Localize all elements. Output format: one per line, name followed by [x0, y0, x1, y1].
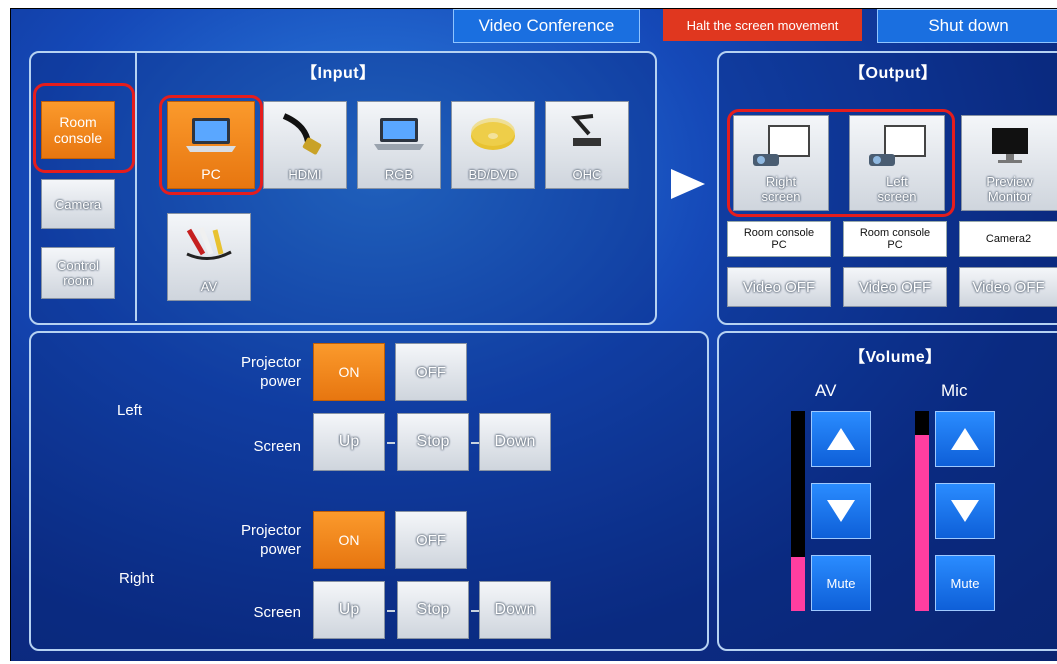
av-volume-label: AV [815, 381, 837, 400]
halt-screen-movement-button[interactable]: Halt the screen movement [663, 9, 862, 41]
input-ohc-button[interactable]: OHC [545, 101, 629, 189]
screen-label: Screen [253, 604, 301, 621]
document-camera-icon [570, 114, 601, 146]
volume-panel [717, 331, 1057, 651]
triangle-up-icon [951, 428, 979, 450]
output-panel-title: 【Output】 [849, 65, 938, 82]
mic-volume-up-button[interactable] [935, 411, 995, 467]
video-off-label: Video OFF [858, 278, 932, 296]
input-rgb-button[interactable]: RGB [357, 101, 441, 189]
triangle-down-icon [827, 500, 855, 522]
right-side-label: Right [119, 570, 155, 587]
video-conference-button[interactable]: Video Conference [453, 9, 640, 43]
right-power-on-button[interactable]: ON [313, 511, 385, 569]
off-label: OFF [416, 363, 446, 381]
screen-label: Screen [253, 438, 301, 455]
left-power-on-button[interactable]: ON [313, 343, 385, 401]
highlight-ring [159, 95, 263, 195]
stop-label: Stop [416, 601, 450, 618]
source-control-room-button[interactable]: Control room [41, 247, 115, 299]
source-label: Control room [57, 258, 99, 288]
stop-label: Stop [416, 433, 450, 450]
output-preview-monitor-button[interactable]: Preview Monitor [961, 115, 1057, 211]
left-power-off-button[interactable]: OFF [395, 343, 467, 401]
route-arrow-icon [671, 169, 705, 199]
video-off-button[interactable]: Video OFF [959, 267, 1057, 307]
highlight-ring [727, 109, 955, 217]
video-off-button[interactable]: Video OFF [843, 267, 947, 307]
highlight-ring [33, 83, 135, 173]
av-volume-meter [791, 411, 805, 611]
divider-dash [471, 610, 479, 612]
mic-mute-button[interactable]: Mute [935, 555, 995, 611]
hdmi-cable-icon [282, 113, 322, 155]
av-volume-down-button[interactable] [811, 483, 871, 539]
divider-dash [387, 442, 395, 444]
input-av-button[interactable]: AV [167, 213, 251, 301]
input-hdmi-button[interactable]: HDMI [263, 101, 347, 189]
divider-dash [471, 442, 479, 444]
output-source-label: Room console PC [727, 221, 831, 257]
video-off-button[interactable]: Video OFF [727, 267, 831, 307]
triangle-up-icon [827, 428, 855, 450]
source-label: Camera [54, 196, 102, 212]
av-cable-icon [186, 227, 232, 260]
device-label: OHC [572, 167, 602, 182]
disc-icon [471, 118, 515, 150]
mic-volume-label: Mic [941, 381, 968, 400]
input-panel-divider [135, 53, 137, 321]
up-label: Up [338, 601, 360, 618]
input-panel-title: 【Input】 [301, 65, 376, 82]
right-power-off-button[interactable]: OFF [395, 511, 467, 569]
mic-volume-level [915, 435, 929, 611]
source-camera-button[interactable]: Camera [41, 179, 115, 229]
projector-power-label: Projector power [240, 354, 301, 390]
mic-volume-meter [915, 411, 929, 611]
left-side-label: Left [117, 402, 143, 419]
device-label: BD/DVD [468, 167, 518, 182]
touch-panel-screen: Video Conference Halt the screen movemen… [10, 8, 1057, 661]
laptop-icon [374, 118, 424, 150]
video-off-label: Video OFF [742, 278, 816, 296]
down-label: Down [494, 601, 536, 618]
right-screen-stop-button[interactable]: Stop [397, 581, 469, 639]
output-label: Preview Monitor [986, 174, 1033, 204]
device-label: AV [200, 279, 218, 294]
volume-panel-title: 【Volume】 [849, 349, 942, 366]
mute-label: Mute [826, 575, 856, 591]
av-volume-up-button[interactable] [811, 411, 871, 467]
mute-label: Mute [950, 575, 980, 591]
left-screen-down-button[interactable]: Down [479, 413, 551, 471]
input-bd-dvd-button[interactable]: BD/DVD [451, 101, 535, 189]
monitor-icon [991, 128, 1028, 163]
left-screen-up-button[interactable]: Up [313, 413, 385, 471]
shutdown-button[interactable]: Shut down [877, 9, 1057, 43]
av-volume-level [791, 557, 805, 611]
triangle-down-icon [951, 500, 979, 522]
off-label: OFF [416, 531, 446, 549]
divider-dash [387, 610, 395, 612]
up-label: Up [338, 433, 360, 450]
device-label: RGB [384, 167, 414, 182]
right-screen-down-button[interactable]: Down [479, 581, 551, 639]
video-off-label: Video OFF [972, 278, 1045, 296]
left-screen-stop-button[interactable]: Stop [397, 413, 469, 471]
mic-volume-down-button[interactable] [935, 483, 995, 539]
right-screen-up-button[interactable]: Up [313, 581, 385, 639]
device-label: HDMI [288, 167, 322, 182]
output-source-label: Camera2 [959, 221, 1057, 257]
down-label: Down [494, 433, 536, 450]
output-source-label: Room console PC [843, 221, 947, 257]
av-mute-button[interactable]: Mute [811, 555, 871, 611]
projector-power-label: Projector power [240, 522, 301, 558]
